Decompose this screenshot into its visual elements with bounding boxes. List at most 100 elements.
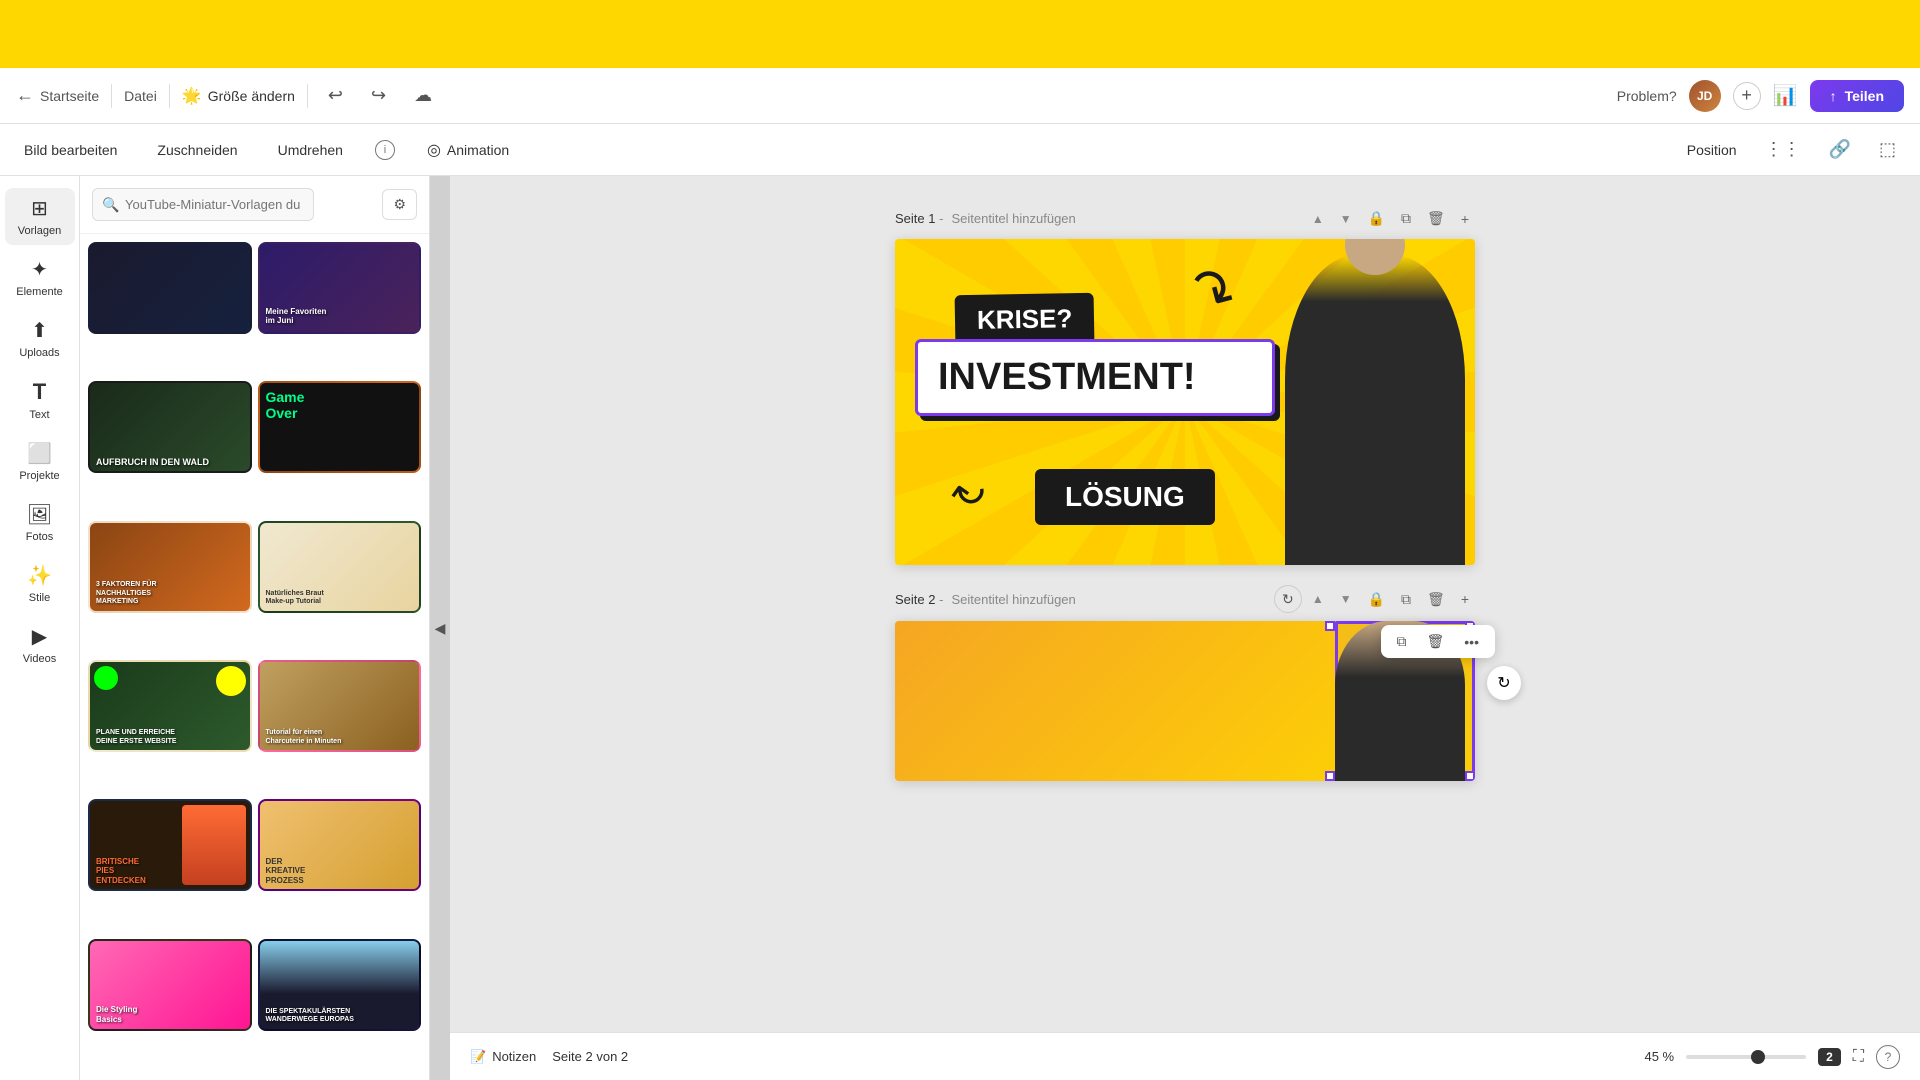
- sidebar-item-uploads[interactable]: ⬆ Uploads: [5, 310, 75, 367]
- page2-subtitle[interactable]: Seitentitel hinzufügen: [951, 592, 1075, 607]
- toolbar-right: Problem? JD + 📊 ↑ Teilen: [1617, 80, 1904, 112]
- floating-refresh-button[interactable]: ↻: [1487, 666, 1521, 700]
- page2-collapse-down[interactable]: ▼: [1334, 588, 1358, 610]
- analytics-icon[interactable]: 📊: [1773, 83, 1798, 108]
- page1-add-button[interactable]: +: [1455, 207, 1475, 231]
- app-body: ⊞ Vorlagen ✦ Elemente ⬆ Uploads T Text ⬜…: [0, 176, 1920, 1080]
- filter-icon-btn[interactable]: ⋮⋮: [1757, 135, 1809, 164]
- page2-duplicate-button[interactable]: ⧉: [1395, 587, 1417, 612]
- share-icon: ↑: [1830, 88, 1837, 104]
- size-icon: 🌟: [182, 86, 202, 106]
- info-icon[interactable]: i: [375, 140, 395, 160]
- stile-icon: ✨: [27, 563, 52, 588]
- videos-icon: ▶: [32, 624, 47, 649]
- uploads-icon: ⬆: [31, 318, 48, 343]
- ctx-more-button[interactable]: •••: [1456, 630, 1487, 654]
- loesung-box[interactable]: LÖSUNG: [1035, 469, 1215, 525]
- page1-delete-button[interactable]: 🗑: [1421, 206, 1451, 231]
- filter-button[interactable]: ⚙: [382, 189, 417, 220]
- more-options-btn[interactable]: ⬚: [1871, 135, 1904, 164]
- template-card-12[interactable]: DIE SPEKTAKULÄRSTENWANDERWEGE EUROPAS: [258, 939, 422, 1031]
- page2-collapse-up[interactable]: ▲: [1306, 588, 1330, 610]
- edit-image-button[interactable]: Bild bearbeiten: [16, 136, 125, 164]
- notes-icon: 📝: [470, 1049, 486, 1065]
- toolbar-left: ← Startseite Datei 🌟 Größe ändern ↩ ↪ ☁: [16, 81, 1605, 110]
- template-card-8[interactable]: Tutorial für einenCharcuterie in Minuten: [258, 660, 422, 752]
- sidebar-item-text[interactable]: T Text: [5, 371, 75, 429]
- flip-button[interactable]: Umdrehen: [270, 136, 351, 164]
- page2-actions: ↻ ▲ ▼ 🔒 ⧉ 🗑 +: [1274, 585, 1475, 613]
- sidebar-item-projekte[interactable]: ⬜ Projekte: [5, 433, 75, 490]
- page2-lock-button[interactable]: 🔒: [1362, 587, 1391, 612]
- page1-lock-button[interactable]: 🔒: [1362, 206, 1391, 231]
- corner-handle-br[interactable]: [1465, 771, 1475, 781]
- page1-duplicate-button[interactable]: ⧉: [1395, 206, 1417, 231]
- vorlagen-label: Vorlagen: [18, 225, 61, 237]
- page2-refresh-button[interactable]: ↻: [1274, 585, 1302, 613]
- template-card-3[interactable]: AUFBRUCH IN DEN WALD: [88, 381, 252, 473]
- page1-actions: ▲ ▼ 🔒 ⧉ 🗑 +: [1306, 206, 1475, 231]
- template-card-4[interactable]: GameOver: [258, 381, 422, 473]
- crop-button[interactable]: Zuschneiden: [149, 136, 245, 164]
- template-card-10[interactable]: DERKREATIVEPROZESS: [258, 799, 422, 891]
- investment-box[interactable]: INVESTMENT!: [915, 339, 1275, 416]
- stile-label: Stile: [29, 592, 50, 604]
- datei-menu[interactable]: Datei: [124, 88, 157, 104]
- page-count-badge: 2: [1818, 1048, 1841, 1066]
- size-change-button[interactable]: 🌟 Größe ändern: [182, 86, 295, 106]
- redo-button[interactable]: ↪: [363, 81, 394, 110]
- zoom-controls: 45 % 2 ⛶ ?: [1644, 1045, 1900, 1069]
- back-button[interactable]: ← Startseite: [16, 85, 99, 106]
- zoom-slider[interactable]: [1686, 1055, 1806, 1059]
- template-card-5[interactable]: 3 FAKTOREN FÜRNACHHALTIGESMARKETING: [88, 521, 252, 613]
- sidebar-item-elemente[interactable]: ✦ Elemente: [5, 249, 75, 306]
- startseite-link[interactable]: Startseite: [40, 88, 99, 104]
- undo-button[interactable]: ↩: [320, 81, 351, 110]
- hide-panel-button[interactable]: ◀: [430, 176, 450, 1080]
- page2-add-button[interactable]: +: [1455, 587, 1475, 611]
- notes-button[interactable]: 📝 Notizen: [470, 1049, 536, 1065]
- fullscreen-button[interactable]: ⛶: [1853, 1048, 1864, 1066]
- template-card-11[interactable]: Die StylingBasics: [88, 939, 252, 1031]
- sidebar-item-videos[interactable]: ▶ Videos: [5, 616, 75, 673]
- projekte-label: Projekte: [19, 470, 59, 482]
- page-indicator: Seite 2 von 2: [552, 1049, 628, 1064]
- cloud-save-button[interactable]: ☁: [406, 81, 440, 110]
- uploads-label: Uploads: [19, 347, 59, 359]
- page1-subtitle[interactable]: Seitentitel hinzufügen: [951, 211, 1075, 226]
- template-card-2[interactable]: Meine Favoritenim Juni: [258, 242, 422, 334]
- elemente-label: Elemente: [16, 286, 62, 298]
- animation-button[interactable]: ◎ Animation: [419, 134, 517, 166]
- size-label: Größe ändern: [208, 88, 295, 104]
- position-button[interactable]: Position: [1679, 136, 1745, 164]
- sidebar-item-fotos[interactable]: 🖼 Fotos: [5, 494, 75, 551]
- fotos-icon: 🖼: [27, 502, 52, 527]
- page1-collapse-down[interactable]: ▼: [1334, 208, 1358, 230]
- help-button[interactable]: ?: [1876, 1045, 1900, 1069]
- ctx-copy-button[interactable]: ⧉: [1389, 629, 1415, 654]
- corner-handle-bl[interactable]: [1325, 771, 1335, 781]
- share-button[interactable]: ↑ Teilen: [1810, 80, 1904, 112]
- corner-handle-tl[interactable]: [1325, 621, 1335, 631]
- page1-canvas[interactable]: ↷ KRISE? INVESTMENT! ↷ LÖSUNG: [895, 239, 1475, 565]
- link-icon-btn[interactable]: 🔗: [1821, 135, 1859, 164]
- template-card-1[interactable]: [88, 242, 252, 334]
- sidebar-item-vorlagen[interactable]: ⊞ Vorlagen: [5, 188, 75, 245]
- page2-delete-button[interactable]: 🗑: [1421, 587, 1451, 612]
- sidebar-item-stile[interactable]: ✨ Stile: [5, 555, 75, 612]
- search-icon: 🔍: [102, 196, 119, 213]
- main-toolbar: ← Startseite Datei 🌟 Größe ändern ↩ ↪ ☁ …: [0, 68, 1920, 124]
- page1-title: Seite 1 -: [895, 211, 943, 226]
- back-arrow-icon: ←: [16, 85, 34, 106]
- notes-label: Notizen: [492, 1049, 536, 1064]
- add-collaborator-button[interactable]: +: [1733, 82, 1761, 110]
- projekte-icon: ⬜: [27, 441, 52, 466]
- ctx-delete-button[interactable]: 🗑: [1419, 629, 1453, 654]
- bottom-toolbar: 📝 Notizen Seite 2 von 2 45 % 2 ⛶ ?: [450, 1032, 1920, 1080]
- page1-collapse-up[interactable]: ▲: [1306, 208, 1330, 230]
- problem-link[interactable]: Problem?: [1617, 88, 1677, 104]
- template-card-6[interactable]: Natürliches BrautMake-up Tutorial: [258, 521, 422, 613]
- template-card-7[interactable]: PLANE UND ERREICHEDEINE ERSTE WEBSITE: [88, 660, 252, 752]
- template-card-9[interactable]: BRITISCHEPIESENTDECKEN: [88, 799, 252, 891]
- search-input[interactable]: [92, 188, 314, 221]
